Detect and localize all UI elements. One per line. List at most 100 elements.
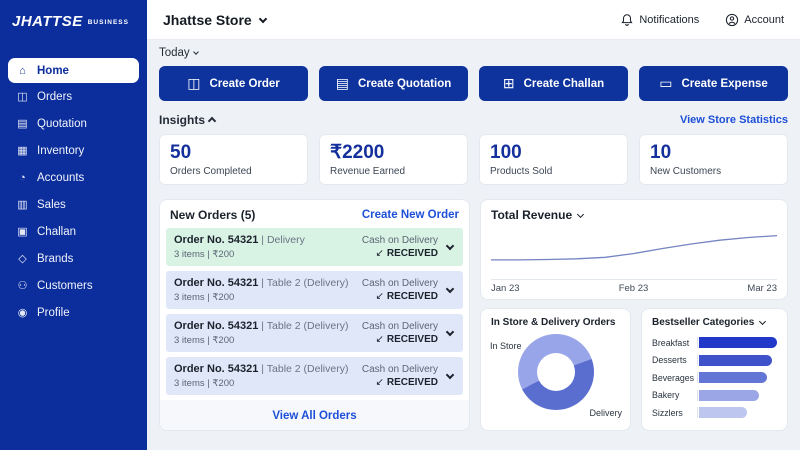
total-revenue-panel: Total Revenue Jan 23 Feb 23 Mar 23: [480, 199, 788, 300]
donut-label-delivery: Delivery: [589, 408, 622, 418]
instore-delivery-panel: In Store & Delivery Orders In Store Deli…: [480, 308, 631, 431]
create-challan-label: Create Challan: [523, 77, 605, 90]
chevron-down-icon: [759, 317, 767, 326]
new-orders-title: New Orders (5): [170, 208, 256, 222]
receipt-icon: ▤: [335, 75, 349, 91]
bar-label: Bakery: [652, 390, 680, 401]
account-button[interactable]: Account: [725, 13, 784, 27]
home-icon: ⌂: [19, 64, 26, 77]
view-store-statistics-link[interactable]: View Store Statistics: [680, 114, 788, 126]
sidebar-item-accounts[interactable]: ◔ Accounts: [0, 164, 147, 191]
bar: [699, 337, 777, 349]
package-icon: ◫: [187, 75, 201, 91]
period-selector[interactable]: Today: [159, 47, 200, 59]
separator: |: [261, 320, 265, 332]
new-orders-panel: New Orders (5) Create New Order Order No…: [159, 199, 470, 431]
chevron-down-icon[interactable]: [445, 284, 455, 294]
order-items: 3 items | ₹200: [174, 292, 235, 303]
sidebar-item-orders[interactable]: ◫ Orders: [0, 83, 147, 110]
stat-value: 50: [170, 142, 192, 163]
sidebar-item-label: Sales: [37, 198, 66, 211]
stat-value: 10: [650, 142, 672, 163]
brand-logo-suffix: BUSINESS: [87, 19, 129, 26]
chevron-down-icon: [258, 14, 267, 23]
order-row[interactable]: Order No. 54321 | Table 2 (Delivery) 3 i…: [166, 271, 463, 309]
order-status: RECEIVED: [386, 291, 438, 302]
sidebar-item-home[interactable]: ⌂ Home: [8, 58, 139, 83]
notifications-button[interactable]: Notifications: [620, 13, 699, 27]
bar-row: Breakfast: [652, 334, 777, 352]
insights-title: Insights: [159, 113, 206, 127]
sidebar-item-label: Challan: [37, 225, 76, 238]
create-challan-button[interactable]: ⊞ Create Challan: [479, 66, 628, 101]
order-status: RECEIVED: [386, 334, 438, 345]
chevron-down-icon: [192, 49, 199, 55]
separator: |: [261, 234, 265, 246]
stat-card-orders-completed: 50 Orders Completed: [159, 134, 308, 185]
sidebar-nav: ⌂ Home ◫ Orders ▤ Quotation ▦ Inventory …: [0, 58, 147, 326]
sidebar-item-challan[interactable]: ▣ Challan: [0, 218, 147, 245]
bestseller-panel: Bestseller Categories Breakfast Desserts: [641, 308, 788, 431]
revenue-x-axis: Jan 23 Feb 23 Mar 23: [491, 279, 777, 294]
sidebar-item-label: Quotation: [37, 117, 87, 130]
stat-label: Orders Completed: [170, 165, 252, 177]
order-items: 3 items | ₹200: [174, 249, 235, 260]
stat-card-products-sold: 100 Products Sold: [479, 134, 628, 185]
sidebar-item-label: Profile: [37, 306, 70, 319]
document-icon: ▤: [17, 118, 28, 130]
view-all-orders-label: View All Orders: [272, 410, 357, 422]
sidebar-item-inventory[interactable]: ▦ Inventory: [0, 137, 147, 164]
order-items: 3 items | ₹200: [174, 378, 235, 389]
chart-icon: ▥: [17, 199, 28, 211]
sidebar: JHATTSE BUSINESS ⌂ Home ◫ Orders ▤ Quota…: [0, 0, 147, 450]
period-label: Today: [159, 47, 190, 59]
sidebar-item-sales[interactable]: ▥ Sales: [0, 191, 147, 218]
card-icon: ▭: [659, 75, 673, 91]
person-icon: ◉: [17, 307, 28, 319]
order-status: RECEIVED: [386, 248, 438, 259]
sidebar-item-brands[interactable]: ◇ Brands: [0, 245, 147, 272]
create-expense-label: Create Expense: [681, 77, 768, 90]
challan-icon: ⊞: [502, 75, 515, 91]
separator: |: [261, 363, 265, 375]
x-tick: Jan 23: [491, 283, 520, 294]
create-order-button[interactable]: ◫ Create Order: [159, 66, 308, 101]
order-status: RECEIVED: [386, 377, 438, 388]
sidebar-item-profile[interactable]: ◉ Profile: [0, 299, 147, 326]
store-selector[interactable]: Jhattse Store: [163, 12, 268, 28]
sidebar-item-customers[interactable]: ⚇ Customers: [0, 272, 147, 299]
create-order-label: Create Order: [209, 77, 280, 90]
bar-label: Beverages: [652, 372, 695, 383]
sidebar-item-label: Orders: [37, 90, 73, 103]
order-number: Order No. 54321: [174, 320, 259, 332]
order-number: Order No. 54321: [174, 363, 259, 375]
sidebar-item-label: Accounts: [37, 171, 85, 184]
order-location: Table 2 (Delivery): [266, 363, 349, 375]
chevron-down-icon[interactable]: [445, 241, 455, 251]
account-label: Account: [744, 13, 784, 26]
bar: [699, 389, 760, 401]
chevron-down-icon[interactable]: [445, 327, 455, 337]
create-quotation-button[interactable]: ▤ Create Quotation: [319, 66, 468, 101]
sidebar-item-label: Inventory: [37, 144, 85, 157]
create-new-order-link[interactable]: Create New Order: [362, 209, 459, 221]
order-row[interactable]: Order No. 54321 | Delivery 3 items | ₹20…: [166, 228, 463, 266]
arrow-received-icon: ↙: [375, 334, 384, 345]
create-expense-button[interactable]: ▭ Create Expense: [639, 66, 788, 101]
total-revenue-selector[interactable]: Total Revenue: [491, 208, 777, 222]
main-content: Today ◫ Create Order ▤ Create Quotation …: [147, 40, 800, 450]
bar-row: Beverages: [652, 369, 777, 387]
view-all-orders[interactable]: View All Orders: [160, 400, 469, 430]
order-payment: Cash on Delivery: [361, 278, 438, 289]
insights-toggle[interactable]: Insights: [159, 113, 217, 127]
chevron-down-icon: [577, 210, 585, 218]
order-row[interactable]: Order No. 54321 | Table 2 (Delivery) 3 i…: [166, 314, 463, 352]
chevron-up-icon: [207, 116, 217, 126]
people-icon: ⚇: [17, 280, 28, 292]
chevron-down-icon[interactable]: [445, 370, 455, 380]
store-name: Jhattse Store: [163, 11, 252, 28]
bestseller-selector[interactable]: Bestseller Categories: [652, 317, 777, 328]
revenue-line-chart: [490, 234, 778, 261]
sidebar-item-quotation[interactable]: ▤ Quotation: [0, 110, 147, 137]
order-row[interactable]: Order No. 54321 | Table 2 (Delivery) 3 i…: [166, 357, 463, 395]
